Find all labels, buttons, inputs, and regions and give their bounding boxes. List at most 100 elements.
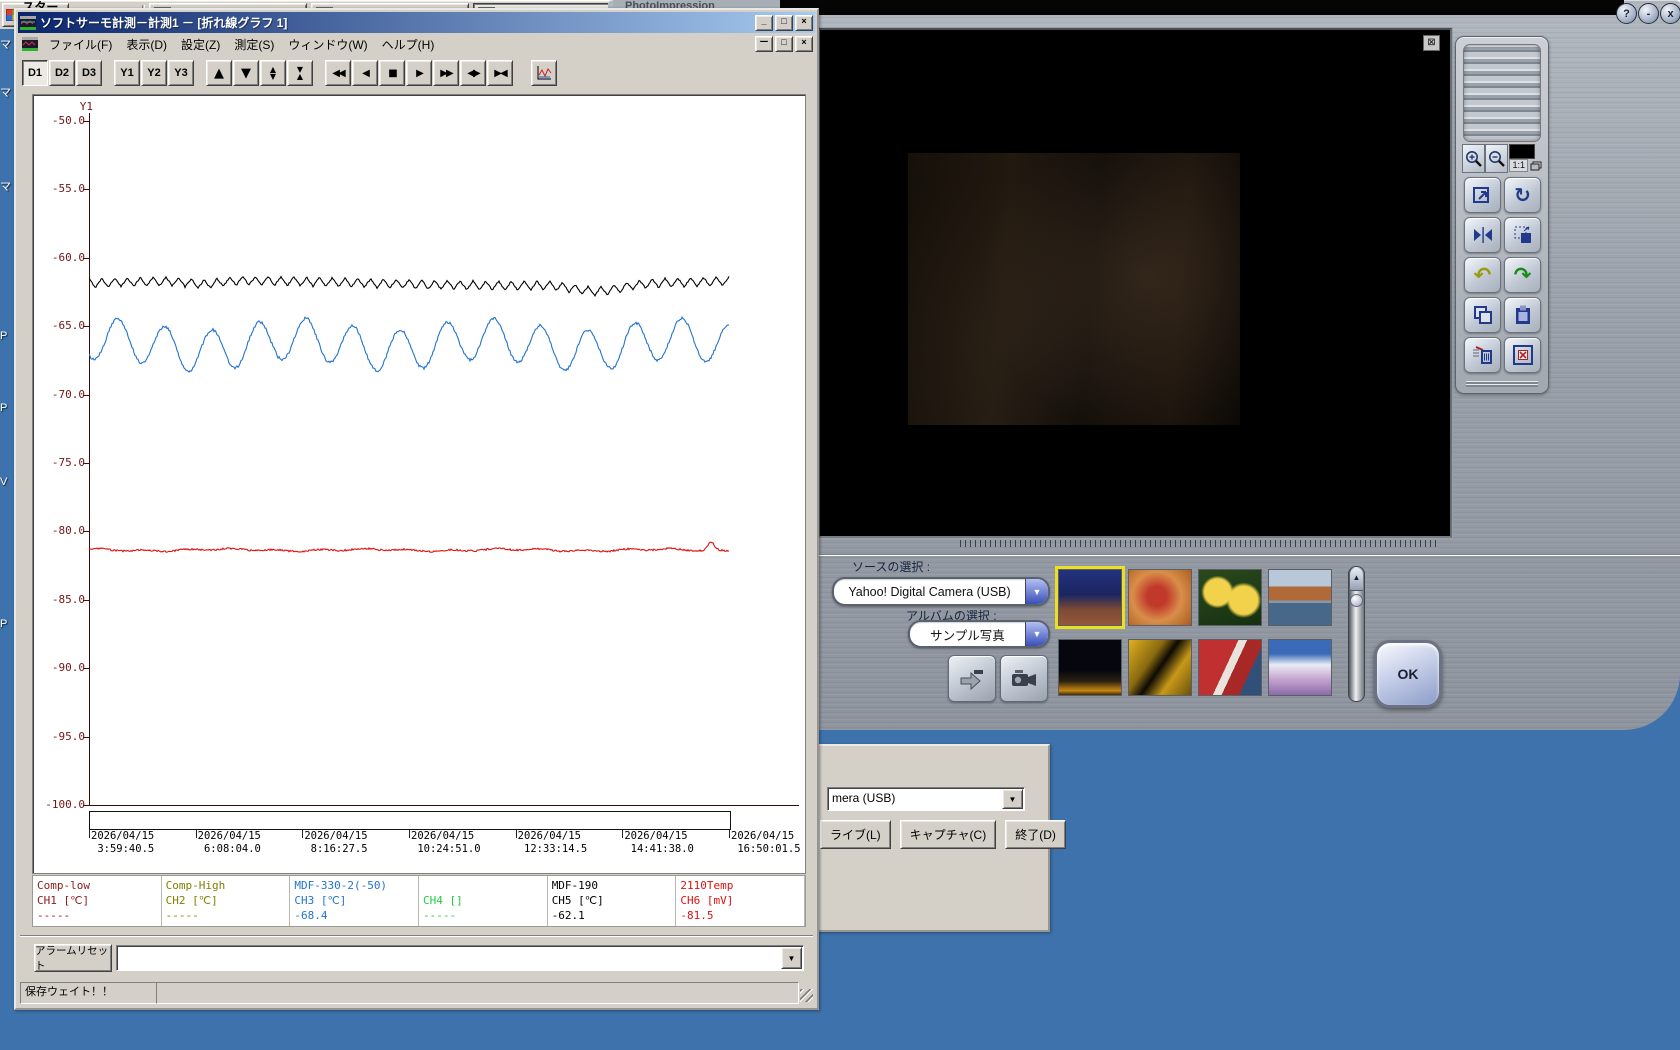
dialog-button-0[interactable]: ライブ(L) xyxy=(820,820,891,849)
dialog-button-1[interactable]: キャプチャ(C) xyxy=(900,820,997,849)
combo-dropdown-icon[interactable]: ▼ xyxy=(1002,789,1023,809)
minimize-button[interactable]: _ xyxy=(755,15,773,31)
desktop-background: マママPPVP PhotoImpression ? - x ⊠ xyxy=(0,0,1680,1050)
mdi-close-button[interactable]: × xyxy=(795,36,813,52)
delete-button[interactable] xyxy=(1464,337,1501,373)
menu-item-3[interactable]: 測定(S) xyxy=(227,34,281,55)
dialog-buttons: ライブ(L)キャプチャ(C)終了(D) xyxy=(820,820,1024,849)
zoom-out-button[interactable] xyxy=(1485,144,1508,173)
toolbar-d1-button[interactable]: D1 xyxy=(22,60,48,86)
toolbar-y2-button[interactable]: Y2 xyxy=(141,60,167,86)
thumbnail-yellow-flowers[interactable] xyxy=(1198,569,1262,626)
thumbnail-scrollbar[interactable]: ▲ xyxy=(1348,566,1365,702)
close-button[interactable]: × xyxy=(795,15,813,31)
source-select-combo[interactable]: Yahoo! Digital Camera (USB) ▼ xyxy=(832,577,1050,606)
acquire-button[interactable] xyxy=(948,655,996,702)
desktop-icon-label-fragment: P xyxy=(0,618,12,630)
album-dropdown-icon[interactable]: ▼ xyxy=(1025,622,1048,646)
menu-item-5[interactable]: ヘルプ(H) xyxy=(375,34,442,55)
toolbar-d2-button[interactable]: D2 xyxy=(49,60,75,86)
x-tick-mark xyxy=(196,830,197,838)
legend-cell-ch1: Comp-lowCH1 [℃]----- xyxy=(33,876,162,926)
alarm-message-combo[interactable]: ▼ xyxy=(116,945,804,971)
copy-button[interactable] xyxy=(1464,297,1501,333)
graph-settings-button[interactable] xyxy=(531,60,557,86)
redo-button[interactable]: ↷ xyxy=(1504,257,1541,293)
menu-items: ファイル(F)表示(D)設定(Z)測定(S)ウィンドウ(W)ヘルプ(H) xyxy=(42,34,441,55)
scroll-up-icon[interactable]: ▲ xyxy=(1350,568,1363,591)
capture-dialog: mera (USB) ▼ ライブ(L)キャプチャ(C)終了(D) xyxy=(790,744,1050,932)
fast-forward-button[interactable]: ▶▶ xyxy=(433,60,459,86)
thumbnail-harbor-town[interactable] xyxy=(1268,569,1332,626)
zoom-in-button[interactable] xyxy=(1462,144,1485,173)
mdi-restore-button[interactable]: □ xyxy=(775,36,793,52)
compress-horizontal-button[interactable]: ▶◀ xyxy=(487,60,513,86)
menu-item-1[interactable]: 表示(D) xyxy=(119,34,174,55)
mdi-child-icon[interactable] xyxy=(22,37,38,51)
camera-combo[interactable]: mera (USB) ▼ xyxy=(827,787,1025,811)
app-icon xyxy=(20,16,36,30)
softthermo-window: ソフトサーモ計測－計測1 － [折れ線グラフ 1] _ □ × ファイル(F)表… xyxy=(14,8,819,1010)
scanner-icon xyxy=(957,666,987,692)
ridge-decoration xyxy=(1466,381,1538,387)
title-bar[interactable]: ソフトサーモ計測－計測1 － [折れ線グラフ 1] _ □ × xyxy=(18,12,815,33)
desktop-icon-label-fragment: マ xyxy=(0,178,12,194)
step-forward-button[interactable]: ▶ xyxy=(406,60,432,86)
resize-grip[interactable] xyxy=(800,989,813,1002)
expand-vertical-button[interactable]: ▲▼ xyxy=(260,60,286,86)
rotate-button[interactable]: ↻ xyxy=(1504,177,1541,213)
crop-button[interactable] xyxy=(1504,217,1541,253)
resize-button[interactable] xyxy=(1464,177,1501,213)
source-select-label: ソースの選択 : xyxy=(852,558,930,575)
thumbnail-ship-flag[interactable] xyxy=(1198,639,1262,696)
scrollbar-thumb[interactable] xyxy=(1350,594,1363,607)
expand-horizontal-button[interactable]: ◀▶ xyxy=(460,60,486,86)
windows-overlap-icon[interactable] xyxy=(1530,161,1542,171)
toolbar-y3-button[interactable]: Y3 xyxy=(168,60,194,86)
ok-button[interactable]: OK xyxy=(1374,640,1442,708)
thumbnail-gold-light[interactable] xyxy=(1128,639,1192,696)
menu-item-4[interactable]: ウィンドウ(W) xyxy=(281,34,374,55)
toolbar-d3-button[interactable]: D3 xyxy=(76,60,102,86)
source-dropdown-icon[interactable]: ▼ xyxy=(1025,579,1048,604)
thumbnail-cardinal-bird[interactable] xyxy=(1128,569,1192,626)
menu-item-2[interactable]: 設定(Z) xyxy=(174,34,227,55)
step-back-button[interactable]: ◀ xyxy=(352,60,378,86)
close-image-button[interactable] xyxy=(1504,337,1541,373)
undo-button[interactable]: ↶ xyxy=(1464,257,1501,293)
flip-horizontal-icon xyxy=(1472,224,1494,246)
thumbnail-night-city[interactable] xyxy=(1058,639,1122,696)
ratio-1-1-button[interactable]: 1:1 xyxy=(1509,159,1528,172)
alarm-reset-button[interactable]: アラームリセット xyxy=(34,944,112,972)
y-tick-label: -50.0 xyxy=(33,114,85,127)
close-button[interactable]: x xyxy=(1660,3,1680,24)
scroll-up-button[interactable]: ▲ xyxy=(206,60,232,86)
rewind-button[interactable]: ◀◀ xyxy=(325,60,351,86)
minimize-button[interactable]: - xyxy=(1638,3,1659,24)
channel-value: ----- xyxy=(423,908,543,923)
combo-dropdown-icon[interactable]: ▼ xyxy=(781,947,802,969)
tool-button-grid: ↻ ↶↷ xyxy=(1464,177,1540,373)
preview-close-icon[interactable]: ⊠ xyxy=(1423,35,1440,51)
scroll-down-button[interactable]: ▼ xyxy=(233,60,259,86)
help-button[interactable]: ? xyxy=(1616,3,1637,24)
channel-value: -68.4 xyxy=(294,908,414,923)
thumbnail-rock-spires[interactable] xyxy=(1058,569,1122,626)
stop-button[interactable]: ■ xyxy=(379,60,405,86)
photoimpression-titlebar-strip xyxy=(780,0,1624,15)
desktop-icon-label-fragment: マ xyxy=(0,84,12,100)
compress-vertical-button[interactable]: ▼▲ xyxy=(287,60,313,86)
dialog-button-2[interactable]: 終了(D) xyxy=(1005,820,1066,849)
paste-button[interactable] xyxy=(1504,297,1541,333)
menu-item-0[interactable]: ファイル(F) xyxy=(42,34,119,55)
captured-photo xyxy=(908,153,1240,425)
flip-horizontal-button[interactable] xyxy=(1464,217,1501,253)
toolbar-y1-button[interactable]: Y1 xyxy=(114,60,140,86)
capture-button[interactable] xyxy=(1000,655,1048,702)
maximize-button[interactable]: □ xyxy=(775,15,793,31)
x-scroll-strip[interactable] xyxy=(89,811,731,830)
status-message: 保存ウェイト！！ xyxy=(20,982,158,1004)
mdi-minimize-button[interactable]: ー xyxy=(755,36,773,52)
thumbnail-sky-clouds[interactable] xyxy=(1268,639,1332,696)
album-select-combo[interactable]: サンプル写真 ▼ xyxy=(908,620,1050,648)
